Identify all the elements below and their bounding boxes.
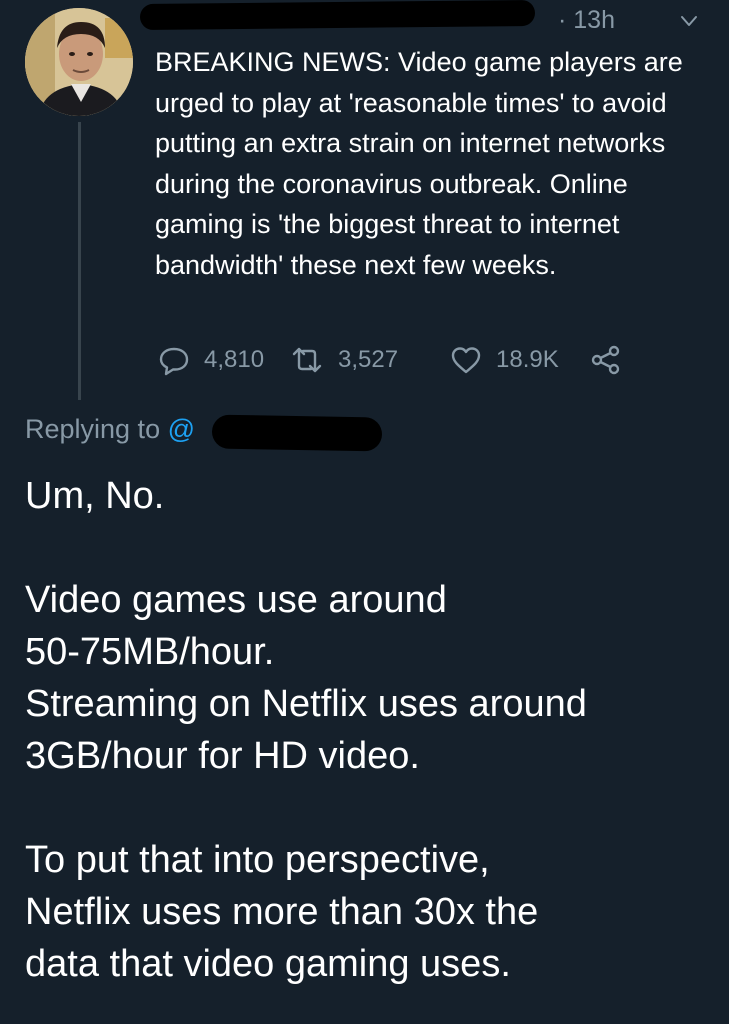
share-button[interactable] (590, 340, 622, 380)
share-icon (591, 345, 620, 375)
reply-paragraph-gap (25, 522, 715, 574)
tweet-header: · 13h (139, 0, 729, 44)
chevron-down-icon[interactable] (680, 14, 698, 28)
reply-count: 4,810 (204, 346, 265, 373)
redacted-handle (211, 414, 383, 452)
reply-paragraph-gap (25, 782, 715, 834)
reply-button[interactable]: 4,810 (158, 340, 264, 380)
replying-to: Replying to @ (25, 414, 195, 445)
avatar[interactable] (25, 8, 133, 116)
like-button[interactable]: 18.9K (450, 340, 559, 380)
reply-icon (159, 347, 189, 376)
retweet-button[interactable]: 3,527 (290, 340, 398, 380)
reply-line: To put that into perspective, (25, 839, 490, 881)
thread-line (78, 122, 81, 400)
reply-line: 50-75MB/hour. (25, 631, 275, 673)
reply-text: Um, No. Video games use around 50-75MB/h… (25, 470, 715, 990)
like-count: 18.9K (496, 346, 559, 373)
reply-line: data that video gaming uses. (25, 943, 511, 985)
retweet-count: 3,527 (338, 346, 399, 373)
retweet-icon (292, 347, 322, 373)
reply-line: Um, No. (25, 475, 165, 517)
reply-line: Streaming on Netflix uses around (25, 683, 587, 725)
reply-line: 3GB/hour for HD video. (25, 735, 420, 777)
reply-line: Video games use around (25, 579, 447, 621)
tweet-timestamp: · 13h (558, 6, 615, 34)
replying-to-handle[interactable]: @ (168, 414, 195, 444)
tweet-text: BREAKING NEWS: Video game players are ur… (155, 47, 683, 280)
redacted-username (139, 0, 536, 31)
reply-line: Netflix uses more than 30x the (25, 891, 539, 933)
like-icon (451, 347, 481, 374)
tweet-thread-screen: · 13h BREAKING NEWS: Video game players … (0, 0, 729, 1024)
avatar-photo (25, 8, 133, 116)
tweet-actions: 4,810 3,527 18.9K (158, 340, 658, 380)
replying-to-label: Replying to (25, 414, 168, 444)
